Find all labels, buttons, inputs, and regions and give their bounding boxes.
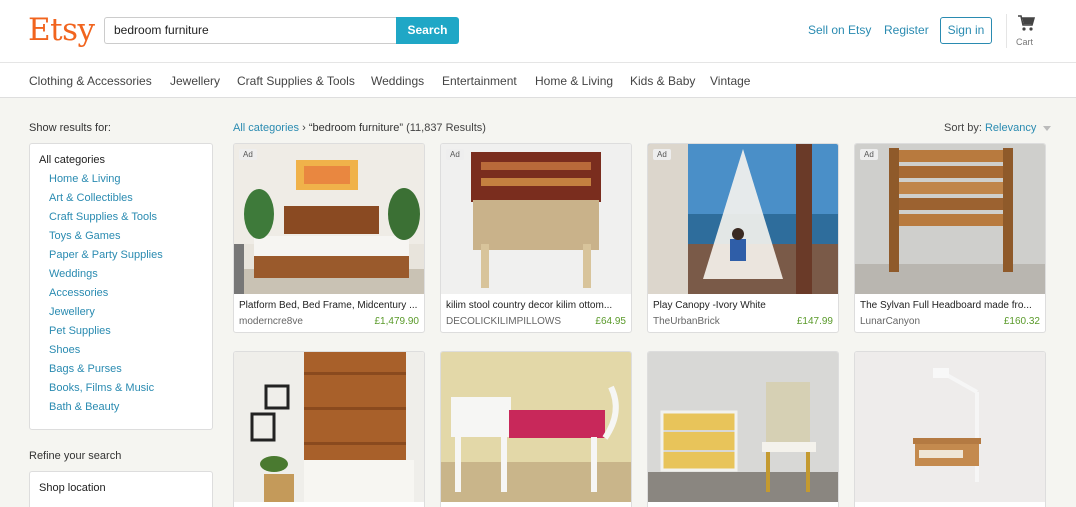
show-results-title: Show results for: bbox=[29, 122, 111, 134]
category-weddings[interactable]: Weddings bbox=[49, 268, 98, 280]
category-home-living[interactable]: Home & Living bbox=[49, 173, 121, 185]
listing-card[interactable]: Ad kilim stool country decor kilim ottom… bbox=[440, 143, 632, 333]
category-art-collectibles[interactable]: Art & Collectibles bbox=[49, 192, 133, 204]
category-filter-box: All categories Home & Living Art & Colle… bbox=[29, 143, 213, 430]
nav-kids-baby[interactable]: Kids & Baby bbox=[630, 74, 695, 88]
etsy-logo[interactable]: Etsy bbox=[28, 12, 95, 48]
cart-icon[interactable] bbox=[1017, 14, 1035, 32]
listing-shop[interactable]: moderncre8ve bbox=[239, 316, 303, 327]
nav-vintage[interactable]: Vintage bbox=[710, 74, 750, 88]
header-divider bbox=[1006, 14, 1007, 48]
category-shoes[interactable]: Shoes bbox=[49, 344, 80, 356]
listing-image[interactable]: Ad bbox=[441, 144, 631, 294]
shop-location-box: Shop location bbox=[29, 471, 213, 507]
listing-image[interactable] bbox=[441, 352, 631, 502]
category-nav: Clothing & Accessories Jewellery Craft S… bbox=[0, 62, 1076, 98]
category-paper-party[interactable]: Paper & Party Supplies bbox=[49, 249, 163, 261]
category-toys-games[interactable]: Toys & Games bbox=[49, 230, 121, 242]
listing-image[interactable]: Ad bbox=[855, 144, 1045, 294]
listing-image[interactable] bbox=[648, 352, 838, 502]
listing-card[interactable] bbox=[854, 351, 1046, 507]
register-link[interactable]: Register bbox=[884, 23, 929, 37]
category-jewellery[interactable]: Jewellery bbox=[49, 306, 95, 318]
site-header: Etsy bedroom furniture Search Sell on Et… bbox=[0, 0, 1076, 62]
listing-title[interactable]: kilim stool country decor kilim ottom... bbox=[446, 300, 628, 311]
cart-label[interactable]: Cart bbox=[1016, 37, 1033, 47]
listing-image[interactable] bbox=[234, 352, 424, 502]
breadcrumb-all-categories[interactable]: All categories bbox=[233, 122, 299, 134]
nav-clothing-accessories[interactable]: Clothing & Accessories bbox=[29, 74, 152, 88]
sort-label: Sort by: bbox=[944, 122, 982, 134]
listing-title[interactable]: Platform Bed, Bed Frame, Midcentury ... bbox=[239, 300, 421, 311]
shop-location-label[interactable]: Shop location bbox=[39, 482, 106, 494]
category-books-films-music[interactable]: Books, Films & Music bbox=[49, 382, 154, 394]
search-input[interactable]: bedroom furniture bbox=[104, 17, 397, 44]
search-query: “bedroom furniture” bbox=[308, 122, 403, 134]
listing-image[interactable]: Ad bbox=[648, 144, 838, 294]
listing-shop[interactable]: TheUrbanBrick bbox=[653, 316, 720, 327]
category-pet-supplies[interactable]: Pet Supplies bbox=[49, 325, 111, 337]
sell-on-etsy-link[interactable]: Sell on Etsy bbox=[808, 23, 871, 37]
category-bags-purses[interactable]: Bags & Purses bbox=[49, 363, 122, 375]
category-bath-beauty[interactable]: Bath & Beauty bbox=[49, 401, 119, 413]
listing-title[interactable]: The Sylvan Full Headboard made fro... bbox=[860, 300, 1042, 311]
listing-card[interactable]: Ad The Sylvan Full Headboard made fro...… bbox=[854, 143, 1046, 333]
search-button[interactable]: Search bbox=[396, 17, 459, 44]
nav-craft-supplies[interactable]: Craft Supplies & Tools bbox=[237, 74, 355, 88]
listing-title[interactable]: Play Canopy -Ivory White bbox=[653, 300, 835, 311]
category-all[interactable]: All categories bbox=[39, 154, 105, 166]
results-count: (11,837 Results) bbox=[406, 122, 486, 134]
listing-price: £1,479.90 bbox=[374, 316, 420, 327]
nav-jewellery[interactable]: Jewellery bbox=[170, 74, 220, 88]
listing-image[interactable] bbox=[855, 352, 1045, 502]
listing-price: £160.32 bbox=[1003, 316, 1040, 327]
listing-card[interactable]: Ad Platform Bed, Bed Frame, Midcentury .… bbox=[233, 143, 425, 333]
nav-entertainment[interactable]: Entertainment bbox=[442, 74, 517, 88]
sort-control[interactable]: Sort by: Relevancy bbox=[944, 122, 1052, 134]
listing-card[interactable]: Ad Play Canopy -Ivory White TheUrbanBric… bbox=[647, 143, 839, 333]
breadcrumb-separator: › bbox=[302, 122, 306, 134]
listing-price: £147.99 bbox=[796, 316, 833, 327]
category-craft-supplies[interactable]: Craft Supplies & Tools bbox=[49, 211, 157, 223]
refine-search-title: Refine your search bbox=[29, 450, 122, 462]
listing-image[interactable]: Ad bbox=[234, 144, 424, 294]
sort-value[interactable]: Relevancy bbox=[985, 122, 1036, 134]
listing-card[interactable] bbox=[647, 351, 839, 507]
ad-badge: Ad bbox=[653, 149, 671, 160]
listing-card[interactable] bbox=[440, 351, 632, 507]
ad-badge: Ad bbox=[239, 149, 257, 160]
category-accessories[interactable]: Accessories bbox=[49, 287, 108, 299]
sign-in-button[interactable]: Sign in bbox=[940, 17, 992, 44]
ad-badge: Ad bbox=[446, 149, 464, 160]
nav-weddings[interactable]: Weddings bbox=[371, 74, 424, 88]
breadcrumb: All categories › “bedroom furniture” (11… bbox=[233, 122, 486, 134]
listing-shop[interactable]: LunarCanyon bbox=[860, 316, 920, 327]
listing-price: £64.95 bbox=[595, 316, 626, 327]
nav-home-living[interactable]: Home & Living bbox=[535, 74, 613, 88]
listing-shop[interactable]: DECOLICKILIMPILLOWS bbox=[446, 316, 561, 327]
ad-badge: Ad bbox=[860, 149, 878, 160]
caret-down-icon[interactable] bbox=[1043, 125, 1052, 131]
listing-card[interactable] bbox=[233, 351, 425, 507]
